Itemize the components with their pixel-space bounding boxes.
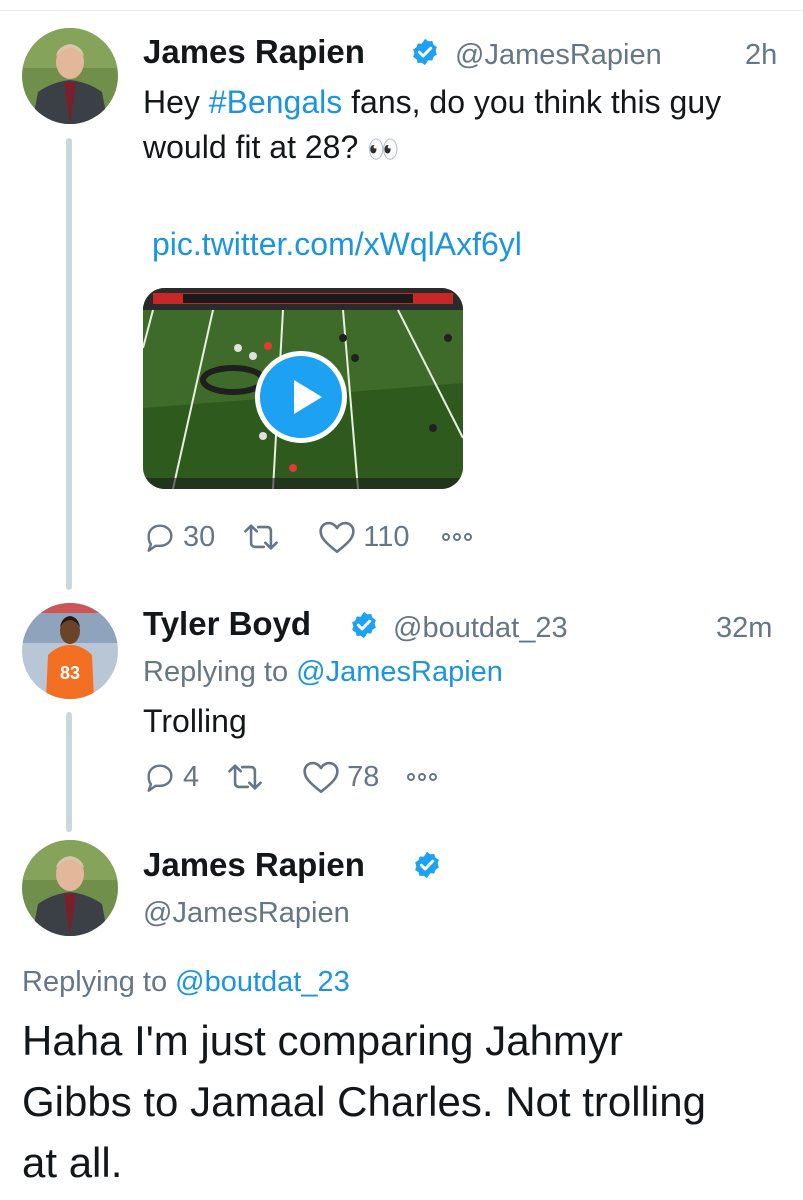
avatar-tyler-boyd[interactable]: 83: [22, 603, 118, 699]
avatar-photo: [22, 28, 118, 124]
tweet-actions: 4 78: [143, 757, 438, 797]
author-handle[interactable]: @boutdat_23: [393, 612, 568, 645]
replying-to: Replying to @boutdat_23: [22, 966, 350, 999]
retweet-button[interactable]: [225, 760, 265, 794]
replying-label: Replying to: [22, 966, 176, 998]
like-icon: [303, 761, 339, 794]
hashtag-link[interactable]: #Bengals: [209, 84, 342, 120]
retweet-icon: [244, 524, 279, 550]
tweet-time[interactable]: 2h: [745, 39, 777, 72]
pic-link[interactable]: pic.twitter.com/xWqlAxf6yl: [152, 222, 522, 267]
replying-to: Replying to @JamesRapien: [143, 656, 503, 689]
thread-line: [66, 712, 72, 832]
video-thumbnail[interactable]: [143, 288, 463, 489]
more-icon[interactable]: [441, 533, 472, 541]
reply-button[interactable]: 4: [143, 760, 199, 794]
replying-handle-link[interactable]: @boutdat_23: [175, 966, 350, 998]
reply-count: 30: [183, 520, 216, 553]
tweet-actions: 30 110: [143, 517, 472, 557]
author-name[interactable]: James Rapien: [143, 33, 365, 71]
thread-line: [66, 138, 72, 590]
verified-icon: [413, 38, 437, 66]
verified-icon: [352, 611, 376, 639]
avatar-james-rapien[interactable]: [22, 840, 118, 936]
verified-icon: [415, 851, 439, 879]
tweet-text: Trolling: [143, 703, 247, 739]
top-divider: [0, 10, 803, 11]
reply-button[interactable]: 30: [143, 520, 215, 554]
avatar-james-rapien[interactable]: [22, 28, 118, 124]
author-handle[interactable]: @JamesRapien: [455, 39, 662, 72]
tweet-text: Hey #Bengals fans, do you think this guy…: [143, 80, 783, 172]
like-count: 78: [347, 760, 380, 793]
like-button[interactable]: 110: [317, 519, 410, 555]
tweet-text-part: Hey: [143, 84, 209, 120]
like-button[interactable]: 78: [301, 759, 379, 795]
avatar-photo: 83: [22, 603, 118, 699]
replying-label: Replying to: [143, 656, 297, 688]
like-count: 110: [363, 520, 410, 553]
author-handle[interactable]: @JamesRapien: [143, 897, 350, 930]
reply-icon: [147, 764, 173, 792]
avatar-photo: [22, 840, 118, 936]
tweet-text: Haha I'm just comparing Jahmyr Gibbs to …: [22, 1017, 706, 1186]
replying-handle-link[interactable]: @JamesRapien: [296, 656, 503, 688]
eyes-emoji: 👀: [367, 134, 400, 164]
retweet-button[interactable]: [241, 520, 281, 554]
retweet-icon: [228, 764, 262, 790]
like-icon: [319, 521, 355, 554]
reply-icon: [147, 524, 173, 552]
author-name[interactable]: James Rapien: [143, 846, 365, 884]
author-name[interactable]: Tyler Boyd: [143, 605, 311, 643]
jersey-number: 83: [60, 663, 80, 683]
reply-count: 4: [183, 760, 200, 793]
play-icon[interactable]: [255, 351, 347, 443]
more-icon[interactable]: [407, 773, 438, 781]
tweet-time[interactable]: 32m: [716, 612, 772, 645]
